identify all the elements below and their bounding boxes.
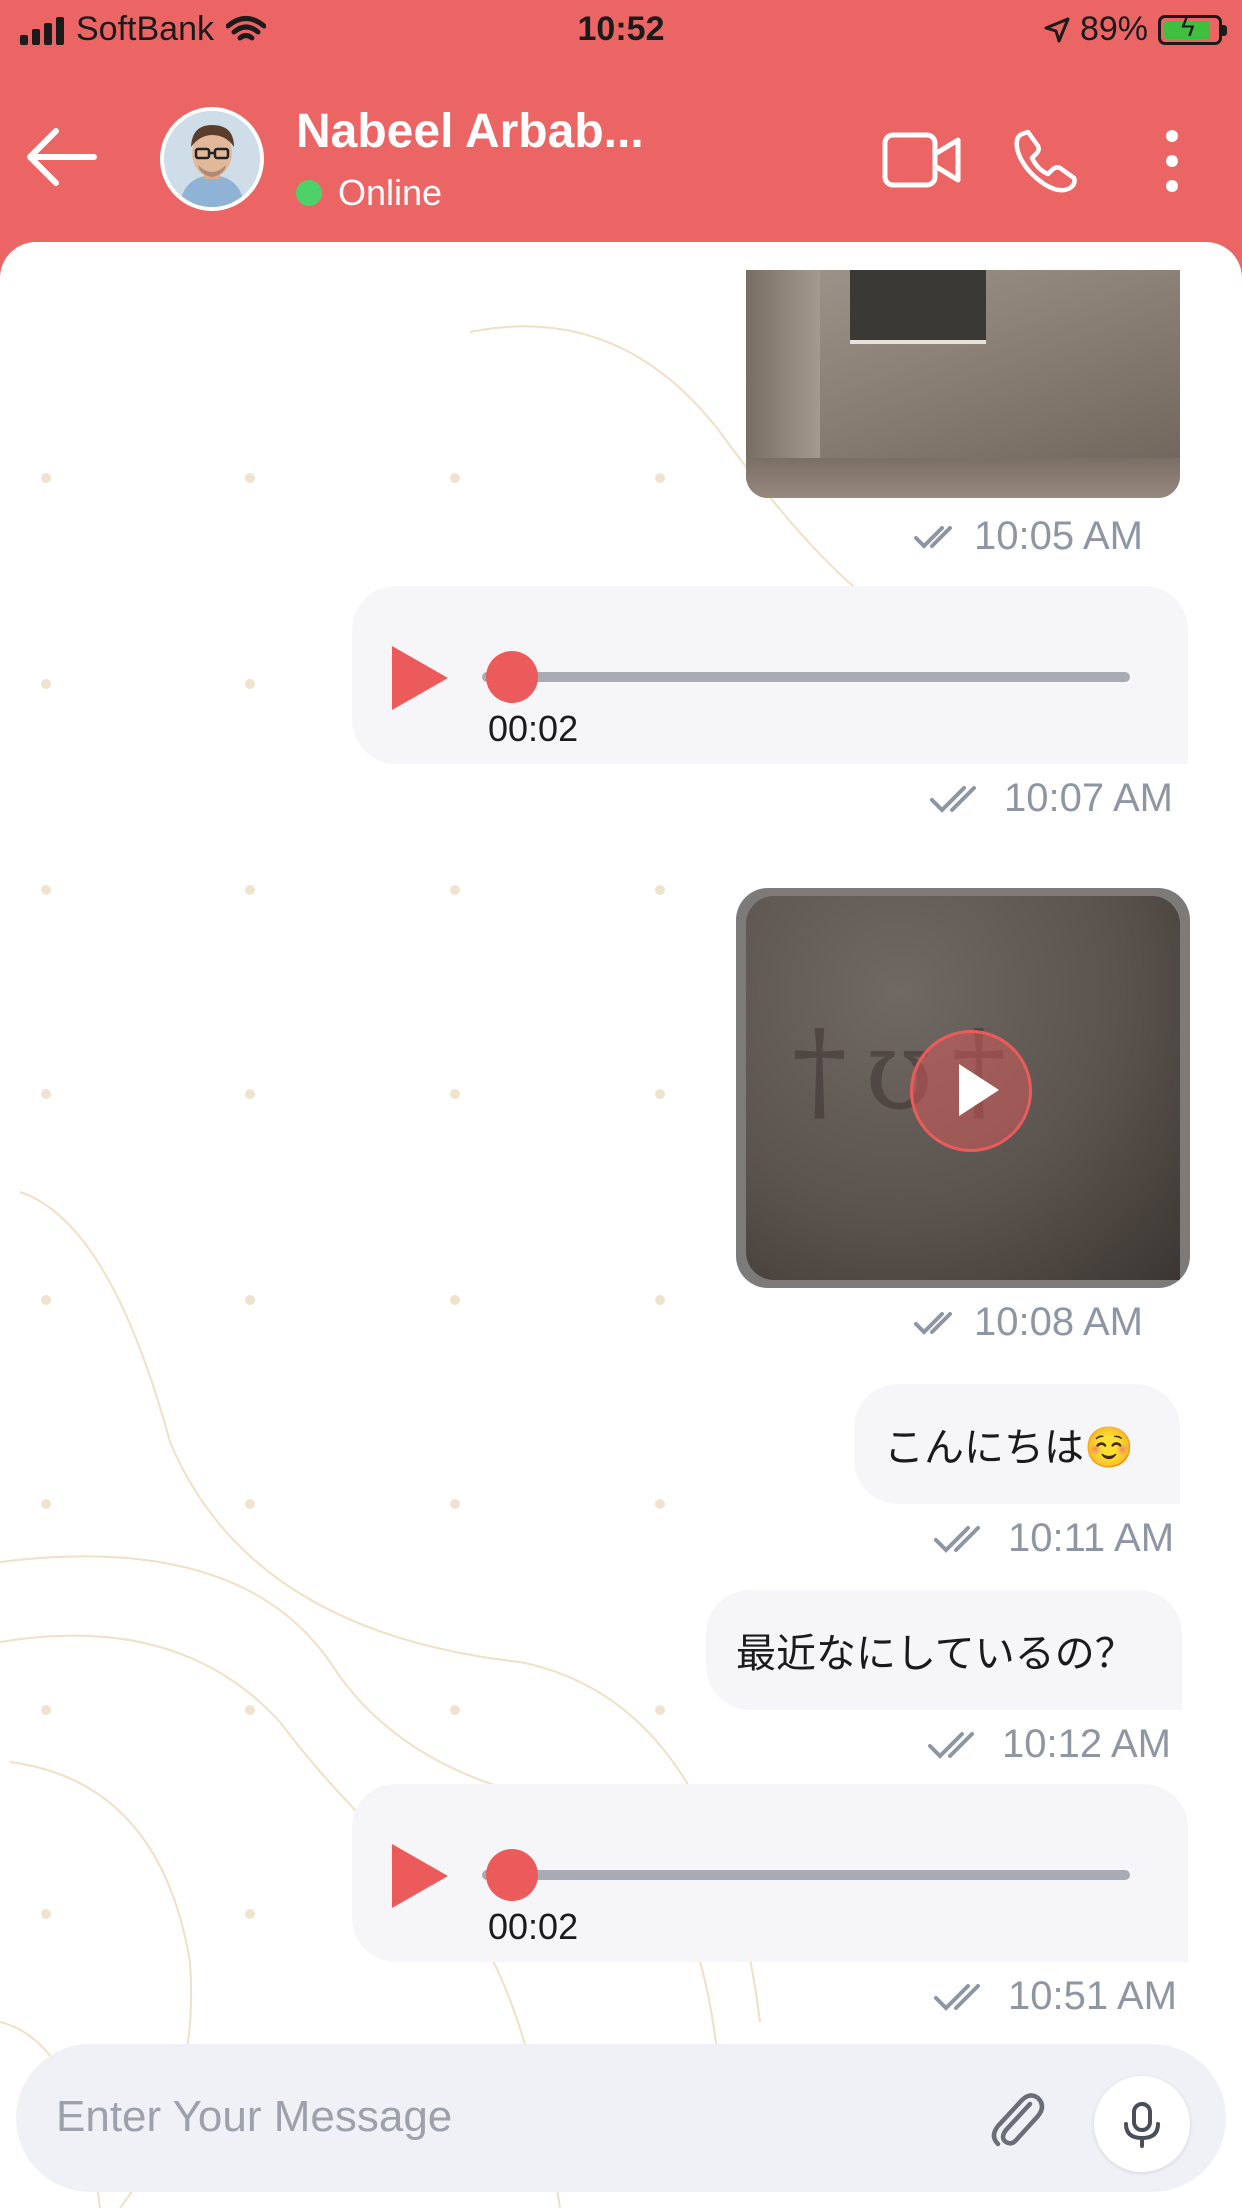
- double-check-icon: [914, 525, 952, 549]
- video-play-icon[interactable]: [910, 1030, 1032, 1152]
- double-check-icon: [930, 785, 976, 813]
- message-timestamp: 10:07 AM: [930, 776, 1173, 821]
- message-timestamp: 10:08 AM: [914, 1300, 1143, 1345]
- microphone-icon: [1124, 2102, 1160, 2148]
- audio-message: 00:02: [352, 1784, 1188, 1962]
- audio-message: 00:02: [352, 586, 1188, 764]
- contact-name[interactable]: Nabeel Arbab...: [296, 104, 644, 159]
- audio-duration: 00:02: [488, 708, 579, 749]
- battery-percent: 89%: [1079, 10, 1148, 48]
- message-timestamp: 10:12 AM: [928, 1722, 1171, 1767]
- video-thumbnail: †ʊ†: [746, 896, 1180, 1280]
- paperclip-icon[interactable]: [986, 2082, 1046, 2152]
- charging-bolt-icon: ϟ: [1181, 11, 1195, 42]
- location-arrow-icon: [1044, 17, 1070, 42]
- audio-scrubber[interactable]: [486, 1849, 538, 1901]
- timestamp-label: 10:51 AM: [1008, 1974, 1178, 2018]
- online-dot-icon: [296, 180, 322, 206]
- image-message[interactable]: [746, 270, 1180, 498]
- timestamp-label: 10:05 AM: [974, 514, 1144, 558]
- play-icon[interactable]: [392, 646, 448, 710]
- presence-label: Online: [338, 172, 443, 213]
- message-timestamp: 10:05 AM: [914, 514, 1143, 559]
- play-icon[interactable]: [392, 1844, 448, 1908]
- message-text: こんにちは☺️: [884, 1426, 1134, 1470]
- chat-area[interactable]: 10:05 AM 00:02 10:07 AM †ʊ† 10:08 AM こんに…: [0, 242, 1242, 2208]
- status-bar: SoftBank 10:52 89% ϟ: [0, 0, 1242, 62]
- timestamp-label: 10:11 AM: [1008, 1516, 1175, 1560]
- avatar[interactable]: [160, 107, 264, 211]
- image-floor: [746, 458, 1180, 498]
- avatar-photo: [164, 111, 260, 207]
- presence-status: Online: [296, 172, 442, 214]
- status-right: 89% ϟ: [1044, 10, 1227, 49]
- message-text: 最近なにしているの？: [736, 1632, 1135, 1676]
- text-message[interactable]: 最近なにしているの？: [706, 1590, 1182, 1710]
- double-check-icon: [928, 1731, 974, 1759]
- arrow-left-icon[interactable]: [22, 117, 102, 197]
- battery-icon: ϟ: [1158, 11, 1227, 45]
- image-poster: [850, 270, 986, 344]
- double-check-icon: [934, 1525, 980, 1553]
- double-check-icon: [914, 1311, 952, 1335]
- audio-duration: 00:02: [488, 1906, 579, 1947]
- text-message[interactable]: こんにちは☺️: [854, 1384, 1180, 1504]
- audio-scrubber[interactable]: [486, 651, 538, 703]
- message-input[interactable]: Enter Your Message: [56, 2092, 452, 2142]
- audio-progress-track[interactable]: [482, 672, 1130, 682]
- double-check-icon: [934, 1983, 980, 2011]
- more-vertical-icon[interactable]: [1160, 128, 1184, 194]
- video-message[interactable]: †ʊ†: [736, 888, 1190, 1288]
- timestamp-label: 10:12 AM: [1002, 1722, 1172, 1766]
- timestamp-label: 10:08 AM: [974, 1300, 1144, 1344]
- video-camera-icon[interactable]: [882, 132, 962, 188]
- mic-button[interactable]: [1094, 2076, 1190, 2172]
- chat-header: Nabeel Arbab... Online: [0, 62, 1242, 242]
- message-timestamp: 10:11 AM: [934, 1516, 1174, 1561]
- phone-icon[interactable]: [1012, 128, 1078, 194]
- timestamp-label: 10:07 AM: [1004, 776, 1174, 820]
- audio-progress-track[interactable]: [482, 1870, 1130, 1880]
- message-timestamp: 10:51 AM: [934, 1974, 1177, 2019]
- message-composer: Enter Your Message: [16, 2044, 1226, 2192]
